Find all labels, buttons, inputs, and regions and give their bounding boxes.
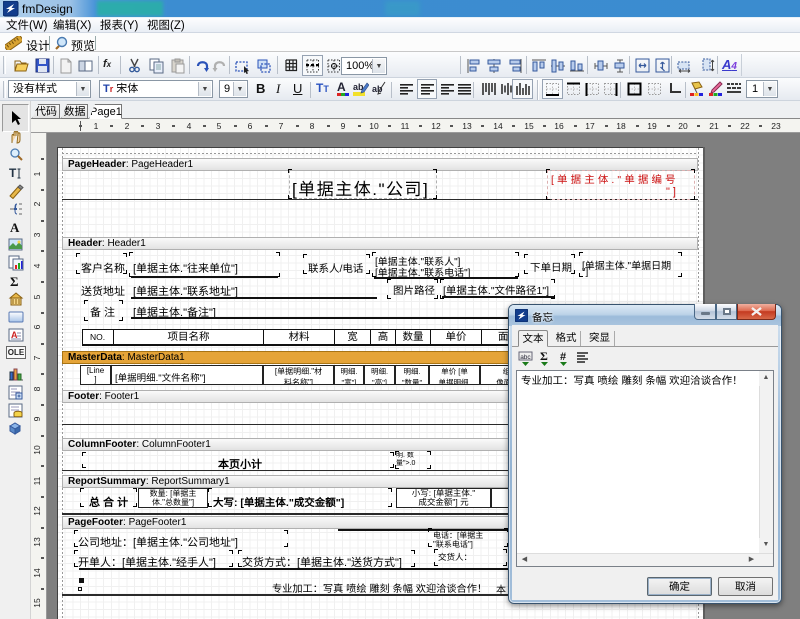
svg-text:ab: ab xyxy=(372,84,383,94)
svg-text:abc: abc xyxy=(520,354,531,361)
svg-text:A: A xyxy=(337,81,346,94)
svg-text:#: # xyxy=(560,351,566,363)
svg-text:T: T xyxy=(9,166,17,180)
svg-text:Σ: Σ xyxy=(540,350,548,363)
